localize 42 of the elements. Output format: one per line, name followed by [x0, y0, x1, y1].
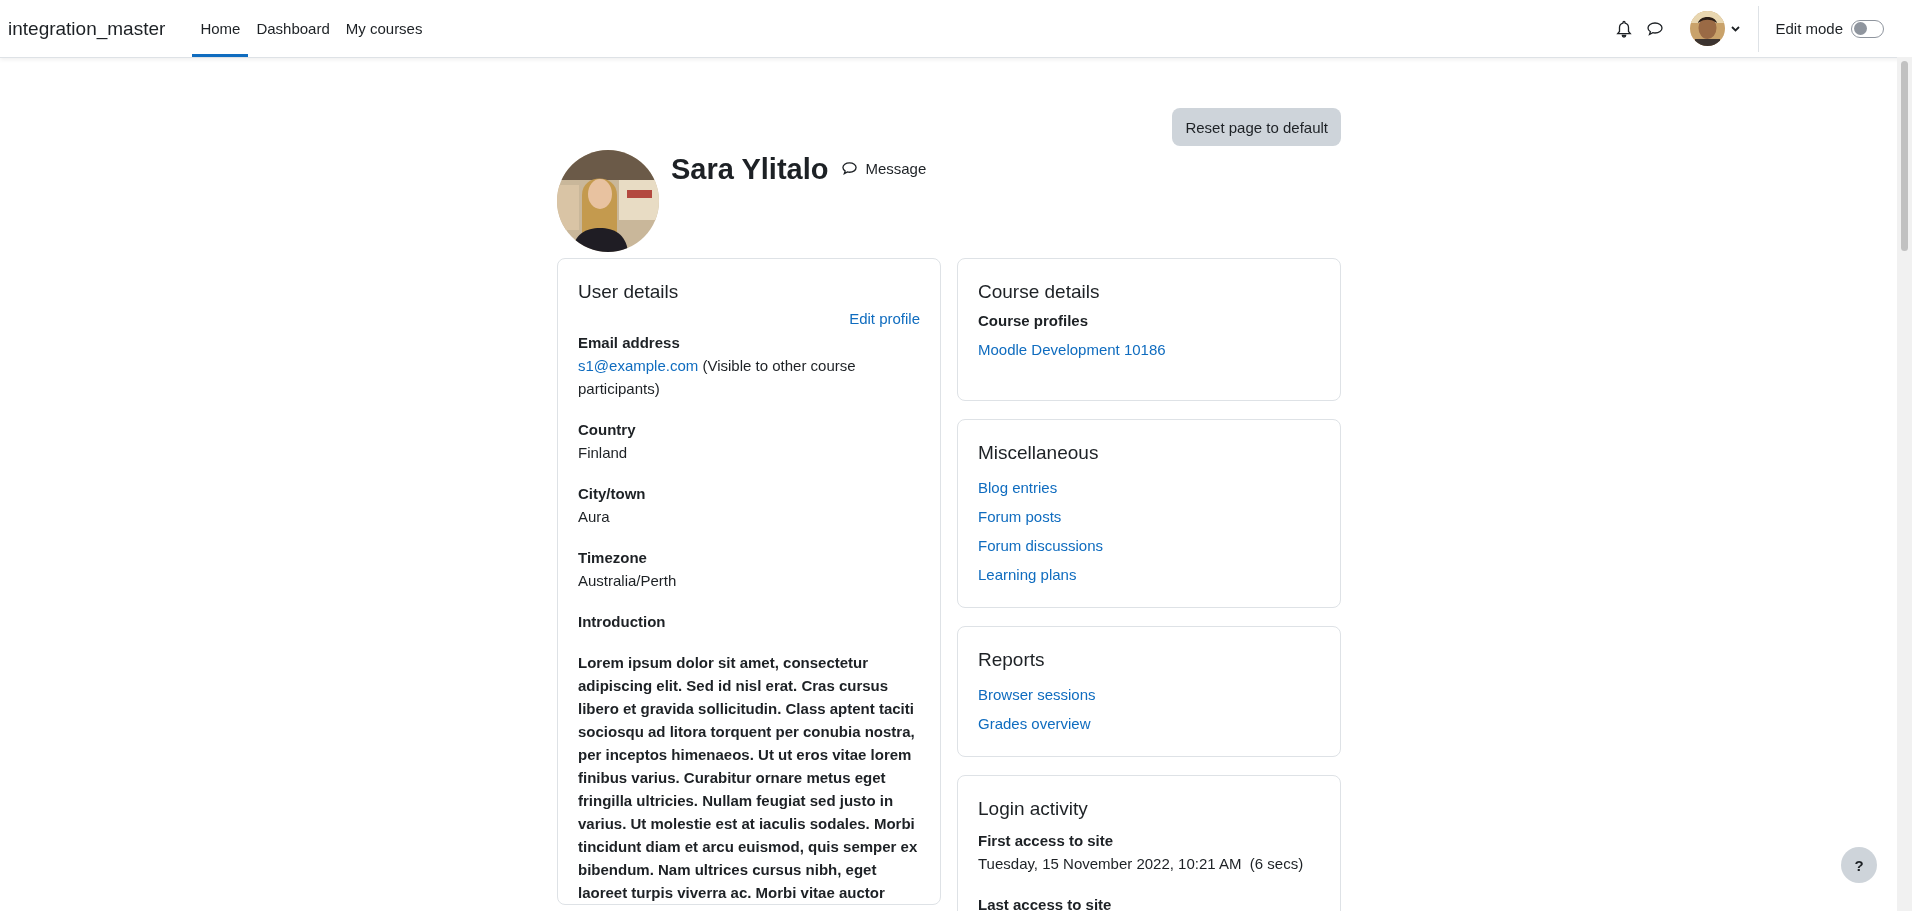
- site-name[interactable]: integration_master: [8, 17, 166, 40]
- field-value: Australia/Perth: [578, 571, 678, 591]
- card-link[interactable]: Learning plans: [978, 560, 1077, 589]
- field-label: City/town: [578, 484, 647, 504]
- user-name: Sara Ylitalo: [671, 153, 829, 186]
- section-label: Course profiles: [978, 312, 1090, 329]
- nav-tab[interactable]: Home: [192, 0, 249, 57]
- field-label: Country: [578, 420, 637, 440]
- field-value: Aura: [578, 507, 611, 527]
- card-link[interactable]: Blog entries: [978, 473, 1058, 502]
- reset-page-button[interactable]: Reset page to default: [1172, 108, 1341, 146]
- nav-tab[interactable]: My courses: [337, 0, 431, 57]
- card-link[interactable]: Grades overview: [978, 709, 1091, 738]
- nav-tab[interactable]: Dashboard: [248, 0, 338, 57]
- field-label: First access to site: [978, 831, 1115, 851]
- speech-bubble-icon: [841, 161, 859, 176]
- caret-icon[interactable]: [1731, 25, 1741, 32]
- field-label: Email address: [578, 333, 681, 353]
- field-label: Introduction: [578, 612, 667, 632]
- message-link[interactable]: Message: [841, 160, 927, 177]
- scrollbar[interactable]: [1897, 57, 1912, 911]
- bell-icon[interactable]: [1616, 19, 1633, 38]
- card-title: Course details: [978, 281, 1101, 303]
- card-link[interactable]: Forum discussions: [978, 531, 1104, 560]
- field-value: s1@example.com (Visible to other course participants): [578, 356, 857, 399]
- card-title: User details: [578, 281, 680, 303]
- help-button[interactable]: ?: [1841, 847, 1877, 883]
- speech-bubble-icon[interactable]: [1646, 20, 1665, 37]
- card-link[interactable]: Forum posts: [978, 502, 1062, 531]
- card-link[interactable]: Moodle Development 10186: [978, 335, 1166, 364]
- card-title: Miscellaneous: [978, 442, 1100, 464]
- card-title: Reports: [978, 649, 1046, 671]
- field-label: Timezone: [578, 548, 648, 568]
- field-label: Last access to site: [978, 895, 1113, 911]
- card-link[interactable]: Browser sessions: [978, 680, 1096, 709]
- edit-profile-link[interactable]: Edit profile: [849, 310, 920, 327]
- card-title: Login activity: [978, 798, 1089, 820]
- introduction-text: Lorem ipsum dolor sit amet, consectetur adipiscing elit. Sed id nisl erat. Cras cursus libero et gravida sollicitudin. Class aptent taciti sociosqu ad litora torquent per conubia nostra, per inceptos himenaeos. Ut ut eros vitae lorem finibus varius. Curabitur ornare metus eget fringilla ultricies. Nullam feugiat sed justo in varius. Ut molestie est at iaculis sodales. Morbi tincidunt diam et arcu euismod, quis semper ex bibendum. Nam ultrices cursus nibh, eget laoreet turpis viverra ac. Morbi vitae auctor: [578, 653, 919, 903]
- field-value: Tuesday, 15 November 2022, 10:21 AM (6 secs): [978, 854, 1305, 874]
- field-value: Finland: [578, 443, 629, 463]
- edit-mode-label: Edit mode: [1775, 20, 1843, 37]
- email-link[interactable]: s1@example.com: [578, 357, 699, 374]
